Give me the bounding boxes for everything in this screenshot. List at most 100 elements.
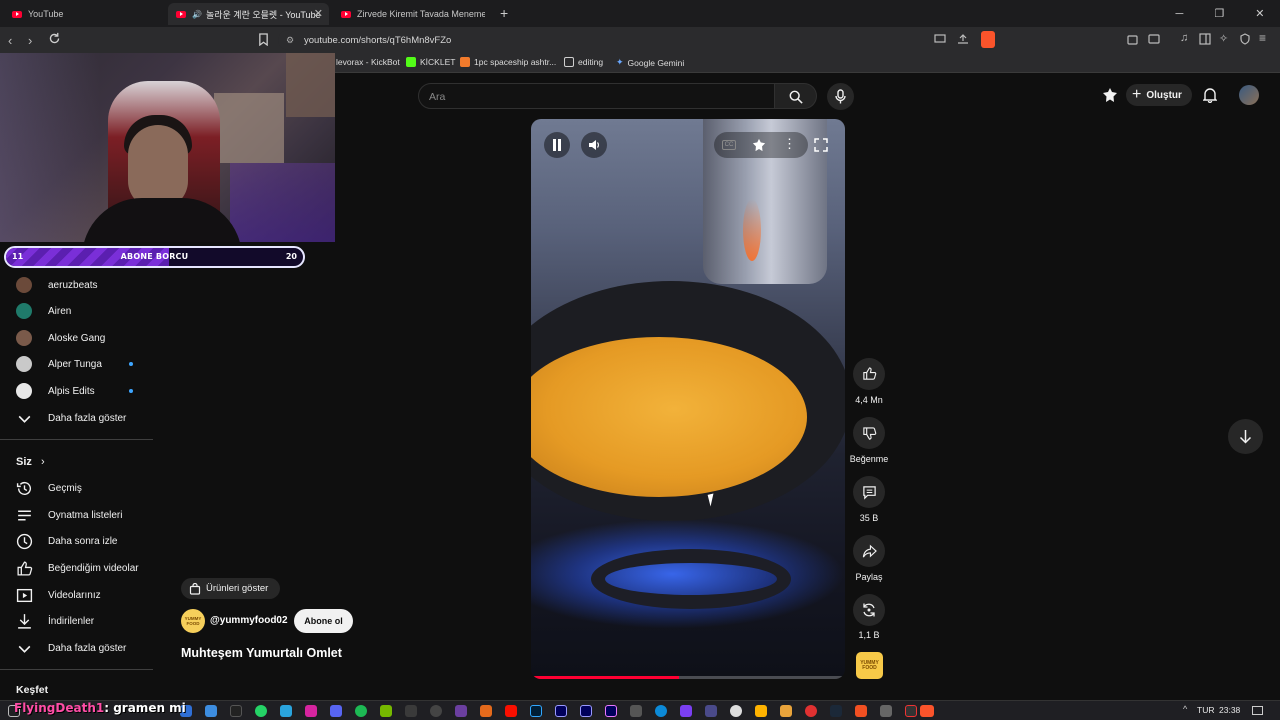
taskbar-app-icon[interactable] <box>630 705 642 717</box>
photoshop-icon[interactable] <box>530 705 542 717</box>
bookmark-item[interactable]: editing <box>564 57 603 67</box>
create-remix-icon[interactable] <box>1102 87 1118 103</box>
tab-menemen[interactable]: Zirvede Kiremit Tavada Menemen - C <box>333 3 493 25</box>
taskbar-app-icon[interactable] <box>405 705 417 717</box>
sidebar-show-more[interactable]: Daha fazla göster <box>0 405 160 431</box>
tiktok-icon[interactable] <box>230 705 242 717</box>
media-encoder-icon[interactable] <box>555 705 567 717</box>
taskbar-app-icon[interactable] <box>705 705 717 717</box>
profile-avatar[interactable] <box>1239 85 1259 105</box>
new-tab-icon[interactable]: + <box>500 5 508 21</box>
next-video-button[interactable] <box>1228 419 1263 454</box>
close-window-icon[interactable]: ✕ <box>1255 7 1264 20</box>
taskbar-app-icon[interactable] <box>480 705 492 717</box>
taskbar-app-icon[interactable] <box>905 705 917 717</box>
sidebar-item-history[interactable]: Geçmiş <box>0 475 160 501</box>
captions-icon[interactable]: CC <box>722 140 736 150</box>
pause-button[interactable] <box>544 132 570 158</box>
adobe-icon[interactable] <box>505 705 517 717</box>
fullscreen-icon[interactable] <box>814 138 828 152</box>
sidebar-item-your-videos[interactable]: Videolarınız <box>0 582 160 608</box>
shorts-video-player[interactable]: CC ⋮ <box>531 119 845 679</box>
taskbar-app-icon[interactable] <box>455 705 467 717</box>
taskbar-app-icon[interactable] <box>755 705 767 717</box>
brave-shield-icon[interactable] <box>981 31 995 48</box>
obs-icon[interactable] <box>430 705 442 717</box>
brave-browser-icon[interactable] <box>920 705 934 717</box>
bookmark-item[interactable]: levorax - KickBot <box>336 57 400 67</box>
taskbar-app-icon[interactable] <box>805 705 817 717</box>
search-input[interactable] <box>429 88 759 105</box>
telegram-icon[interactable] <box>280 705 292 717</box>
back-icon[interactable]: ‹ <box>8 33 22 48</box>
video-title[interactable]: Muhteşem Yumurtalı Omlet <box>181 646 342 660</box>
minimize-icon[interactable]: ─ <box>1176 8 1184 20</box>
system-tray-chevron-icon[interactable]: ^ <box>1183 704 1187 714</box>
taskbar-app-icon[interactable] <box>680 705 692 717</box>
taskbar-app-icon[interactable] <box>730 705 742 717</box>
taskbar-app-icon[interactable] <box>880 705 892 717</box>
more-options-icon[interactable]: ⋮ <box>783 136 796 152</box>
premiere-icon[interactable] <box>605 705 617 717</box>
extensions-icon[interactable] <box>1127 33 1141 47</box>
sidebar-item-subscription[interactable]: Aloske Gang <box>0 325 160 351</box>
sound-thumbnail[interactable]: YUMMY FOOD <box>856 652 883 679</box>
taskbar-app-icon[interactable] <box>205 705 217 717</box>
sidebar-show-more[interactable]: Daha fazla göster <box>0 635 160 661</box>
bookmark-item[interactable]: 1pc spaceship ashtr... <box>460 57 556 67</box>
sidebar-item-subscription[interactable]: Alper Tunga <box>0 351 160 377</box>
bookmark-item[interactable]: KİCKLET <box>406 57 455 67</box>
discord-icon[interactable] <box>330 705 342 717</box>
view-products-button[interactable]: Ürünleri göster <box>181 578 280 599</box>
restore-icon[interactable]: ❐ <box>1214 7 1224 20</box>
tab-omelet-short[interactable]: 🔊 놀라운 계란 오믈렛 - YouTube ✕ <box>168 3 329 25</box>
sidebar-item-subscription[interactable]: Alpis Edits <box>0 378 160 404</box>
site-info-icon[interactable]: ⚙ <box>286 35 294 46</box>
steam-icon[interactable] <box>830 705 842 717</box>
instagram-icon[interactable] <box>305 705 317 717</box>
address-bar[interactable]: ⚙ youtube.com/shorts/qT6hMn8vFZo <box>278 30 998 50</box>
sidebar-item-liked-videos[interactable]: Beğendiğim videolar <box>0 555 160 581</box>
clock[interactable]: 23:38 <box>1219 705 1240 715</box>
taskbar-app-icon[interactable] <box>780 705 792 717</box>
whatsapp-icon[interactable] <box>255 705 267 717</box>
notifications-icon[interactable] <box>1203 87 1217 103</box>
subscribe-button[interactable]: Abone ol <box>294 609 353 633</box>
sidebar-item-subscription[interactable]: aeruzbeats <box>0 272 160 298</box>
sidebar-item-watch-later[interactable]: Daha sonra izle <box>0 528 160 554</box>
spotify-icon[interactable] <box>355 705 367 717</box>
sidebar-item-playlists[interactable]: Oynatma listeleri <box>0 502 160 528</box>
share-page-icon[interactable] <box>957 34 971 48</box>
language-indicator[interactable]: TUR <box>1197 705 1214 715</box>
sidebar-item-subscription[interactable]: Airen <box>0 298 160 324</box>
notification-center-icon[interactable] <box>1252 706 1263 715</box>
leo-ai-icon[interactable]: ✧ <box>1219 32 1233 46</box>
tab-youtube[interactable]: YouTube <box>4 3 164 25</box>
edge-icon[interactable] <box>655 705 667 717</box>
bookmark-item[interactable]: ✦ Google Gemini <box>616 57 684 68</box>
sidebar-item-downloads[interactable]: İndirilenler <box>0 608 160 634</box>
dislike-button[interactable] <box>853 417 885 449</box>
remix-button[interactable] <box>853 594 885 626</box>
channel-avatar[interactable]: YUMMY FOOD <box>181 609 205 633</box>
channel-handle[interactable]: @yummyfood02 <box>210 615 288 626</box>
remix-icon[interactable] <box>752 138 766 152</box>
close-tab-icon[interactable]: ✕ <box>314 7 323 20</box>
media-icon[interactable]: ♫ <box>1180 32 1194 46</box>
vpn-icon[interactable] <box>1239 33 1253 47</box>
bookmark-icon[interactable] <box>258 33 272 47</box>
taskbar-app-icon[interactable] <box>855 705 867 717</box>
wallet-icon[interactable] <box>1148 33 1162 47</box>
search-button[interactable] <box>775 83 817 109</box>
like-button[interactable] <box>853 358 885 390</box>
sidebar-toggle-icon[interactable] <box>1199 33 1213 47</box>
create-button[interactable]: + Oluştur <box>1126 84 1192 106</box>
you-section-heading[interactable]: Siz › <box>16 456 45 468</box>
forward-icon[interactable]: › <box>28 33 42 48</box>
volume-button[interactable] <box>581 132 607 158</box>
voice-search-button[interactable] <box>827 83 854 110</box>
nvidia-icon[interactable] <box>380 705 392 717</box>
after-effects-icon[interactable] <box>580 705 592 717</box>
share-button[interactable] <box>853 535 885 567</box>
comments-button[interactable] <box>853 476 885 508</box>
